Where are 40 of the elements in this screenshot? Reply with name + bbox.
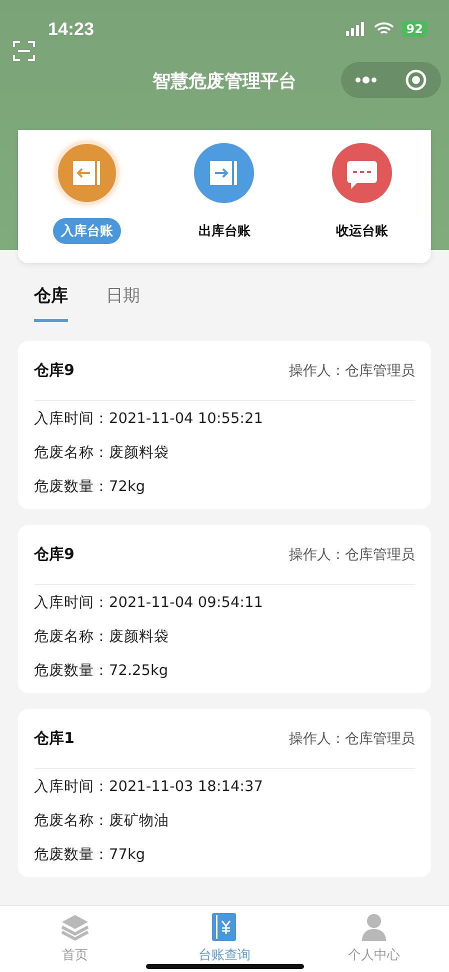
- warehouse-name: 仓库9: [34, 361, 74, 380]
- status-time: 14:23: [48, 18, 94, 40]
- record-field: 危废数量：72kg: [34, 469, 415, 503]
- filter-tab[interactable]: 仓库: [34, 284, 68, 322]
- layers-icon: [60, 912, 90, 942]
- warehouse-name: 仓库1: [34, 729, 74, 748]
- more-icon[interactable]: [355, 76, 377, 84]
- record-field: 入库时间：2021-11-04 09:54:11: [34, 585, 415, 619]
- record-field: 危废名称：废矿物油: [34, 803, 415, 837]
- ledger-book-icon: [211, 912, 238, 942]
- battery-level: 92: [402, 21, 427, 37]
- category-label: 出库台账: [197, 222, 252, 240]
- record-field: 危废名称：废颜料袋: [34, 435, 415, 469]
- scan-icon[interactable]: [12, 40, 36, 62]
- operator-text: 操作人：仓库管理员: [289, 730, 415, 748]
- record-card[interactable]: 仓库9 操作人：仓库管理员 入库时间：2021-11-04 09:54:11 危废名称：废颜料袋 危废数量：72.25kg: [18, 525, 431, 693]
- category-item[interactable]: 出库台账: [164, 142, 284, 263]
- record-card[interactable]: 仓库9 操作人：仓库管理员 入库时间：2021-11-04 10:55:21 危废名称：废颜料袋 危废数量：72kg: [18, 341, 431, 509]
- arrow-in-icon: [56, 142, 118, 204]
- nav-label: 台账查询: [198, 946, 250, 964]
- record-field: 危废名称：废颜料袋: [34, 619, 415, 653]
- category-label: 收运台账: [335, 222, 390, 240]
- record-card[interactable]: 仓库1 操作人：仓库管理员 入库时间：2021-11-03 18:14:37 危废名称：废矿物油 危废数量：77kg: [18, 709, 431, 877]
- wifi-icon: [374, 22, 394, 36]
- warehouse-name: 仓库9: [34, 545, 74, 564]
- nav-label: 个人中心: [348, 946, 400, 964]
- record-field: 入库时间：2021-11-04 10:55:21: [34, 401, 415, 435]
- record-field: 入库时间：2021-11-03 18:14:37: [34, 769, 415, 803]
- signal-icon: [346, 22, 366, 36]
- nav-label: 首页: [62, 946, 88, 964]
- operator-text: 操作人：仓库管理员: [289, 546, 415, 564]
- category-item[interactable]: 收运台账: [302, 142, 422, 263]
- category-label: 入库台账: [52, 218, 121, 244]
- arrow-out-icon: [193, 142, 256, 204]
- message-icon: [331, 142, 394, 204]
- filter-tab[interactable]: 日期: [106, 284, 140, 322]
- app-title: 智慧危废管理平台: [152, 70, 296, 93]
- record-field: 危废数量：77kg: [34, 837, 415, 871]
- record-field: 危废数量：72.25kg: [34, 653, 415, 687]
- operator-text: 操作人：仓库管理员: [289, 362, 415, 380]
